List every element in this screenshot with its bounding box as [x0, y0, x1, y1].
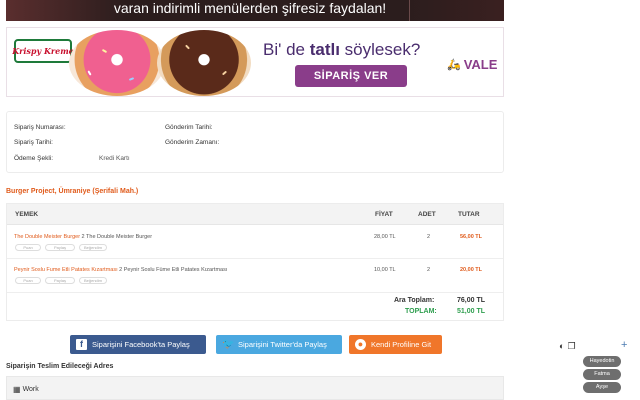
total-value: 51,00 TL — [457, 308, 486, 315]
krispy-kreme-ad[interactable]: Krispy Kreme Bi' de tatlı söylesek? SİPA… — [6, 27, 504, 97]
delivery-address-title: Siparişin Teslim Edileceği Adres — [6, 363, 114, 370]
column-header-price: FİYAT — [375, 211, 393, 218]
table-row: The Double Meister Burger 2 The Double M… — [7, 226, 503, 259]
restaurant-name-link[interactable]: Burger Project, Ümraniye (Şerifali Mah.) — [6, 188, 138, 195]
share-twitter-button[interactable]: 🐦 Siparişini Twitter'da Paylaş — [216, 335, 342, 354]
scooter-icon: 🛵 — [447, 59, 461, 71]
item-link[interactable]: Peynir Soslu Fume Etli Patates Kızartmas… — [14, 267, 118, 273]
item-total: 56,00 TL — [460, 234, 483, 240]
send-date-label: Gönderim Tarihi: — [165, 124, 213, 131]
order-date-label: Sipariş Tarihi: — [14, 139, 53, 146]
facebook-icon: f — [76, 339, 87, 350]
item-qty: 2 — [427, 267, 431, 273]
add-icon[interactable]: + — [621, 340, 627, 351]
rate-pill[interactable]: Puan — [15, 244, 41, 251]
total-label: TOPLAM: — [405, 308, 437, 315]
subtotal-label: Ara Toplam: — [394, 297, 435, 304]
table-row: Peynir Soslu Fume Etli Patates Kızartmas… — [7, 260, 503, 293]
order-number-label: Sipariş Numarası: — [14, 124, 66, 131]
item-qty: 2 — [427, 234, 431, 240]
table-header: YEMEK FİYAT ADET TUTAR — [7, 204, 503, 225]
user-icon: ● — [355, 339, 366, 350]
go-to-profile-button[interactable]: ● Kendi Profiline Git — [349, 335, 442, 354]
vale-logo: 🛵 VALE — [447, 57, 498, 72]
contrast-icon[interactable]: ◐ — [559, 341, 564, 351]
building-icon: ▦ — [13, 385, 21, 394]
item-price: 28,00 TL — [374, 234, 396, 240]
chocolate-donut-image — [157, 30, 251, 96]
payment-method-value: Kredi Kartı — [99, 155, 130, 162]
copy-icon[interactable]: ❐ — [567, 341, 575, 351]
order-items-table: YEMEK FİYAT ADET TUTAR The Double Meiste… — [6, 203, 504, 321]
share-pill[interactable]: Paylaş — [45, 244, 75, 251]
top-promo-banner[interactable]: varan indirimli menülerden şifresiz fayd… — [6, 0, 504, 21]
like-pill[interactable]: Beğendim — [79, 244, 107, 251]
side-button-3[interactable]: Ayşe — [583, 382, 621, 393]
twitter-icon: 🐦 — [222, 339, 235, 350]
column-header-qty: ADET — [418, 211, 436, 218]
subtotal-value: 76,00 TL — [457, 297, 486, 304]
krispy-kreme-logo: Krispy Kreme — [12, 39, 74, 63]
side-button-1[interactable]: Hayedotin — [583, 356, 621, 367]
payment-method-label: Ödeme Şekli: — [14, 155, 54, 162]
share-facebook-button[interactable]: f Siparişini Facebook'ta Paylaş — [70, 335, 206, 354]
item-name: Peynir Soslu Fume Etli Patates Kızartmas… — [14, 267, 228, 273]
delivery-address-box: ▦ Work — [6, 376, 504, 400]
go-to-profile-label: Kendi Profiline Git — [371, 340, 432, 349]
item-total: 20,00 TL — [460, 267, 483, 273]
share-facebook-label: Siparişini Facebook'ta Paylaş — [92, 340, 190, 349]
share-pill[interactable]: Paylaş — [45, 277, 75, 284]
order-now-button[interactable]: SİPARİŞ VER — [295, 65, 407, 87]
side-widget-icons: ◐ ❐ — [559, 341, 576, 351]
rate-pill[interactable]: Puan — [15, 277, 41, 284]
ad-headline: Bi' de tatlı söylesek? — [263, 40, 421, 59]
item-name: The Double Meister Burger 2 The Double M… — [14, 234, 153, 240]
share-twitter-label: Siparişini Twitter'da Paylaş — [238, 340, 327, 349]
column-header-total: TUTAR — [458, 211, 480, 218]
address-work-label: Work — [22, 386, 39, 393]
column-header-item: YEMEK — [15, 211, 39, 218]
item-link[interactable]: The Double Meister Burger — [14, 234, 80, 240]
side-button-2[interactable]: Fatma — [583, 369, 621, 380]
pink-donut-image — [69, 30, 165, 96]
address-work: ▦ Work — [13, 385, 39, 394]
banner-text: varan indirimli menülerden şifresiz fayd… — [113, 0, 387, 16]
order-info-panel: Sipariş Numarası: Sipariş Tarihi: Ödeme … — [6, 111, 504, 173]
send-time-label: Gönderim Zamanı: — [165, 139, 220, 146]
like-pill[interactable]: Beğendim — [79, 277, 107, 284]
item-price: 10,00 TL — [374, 267, 396, 273]
